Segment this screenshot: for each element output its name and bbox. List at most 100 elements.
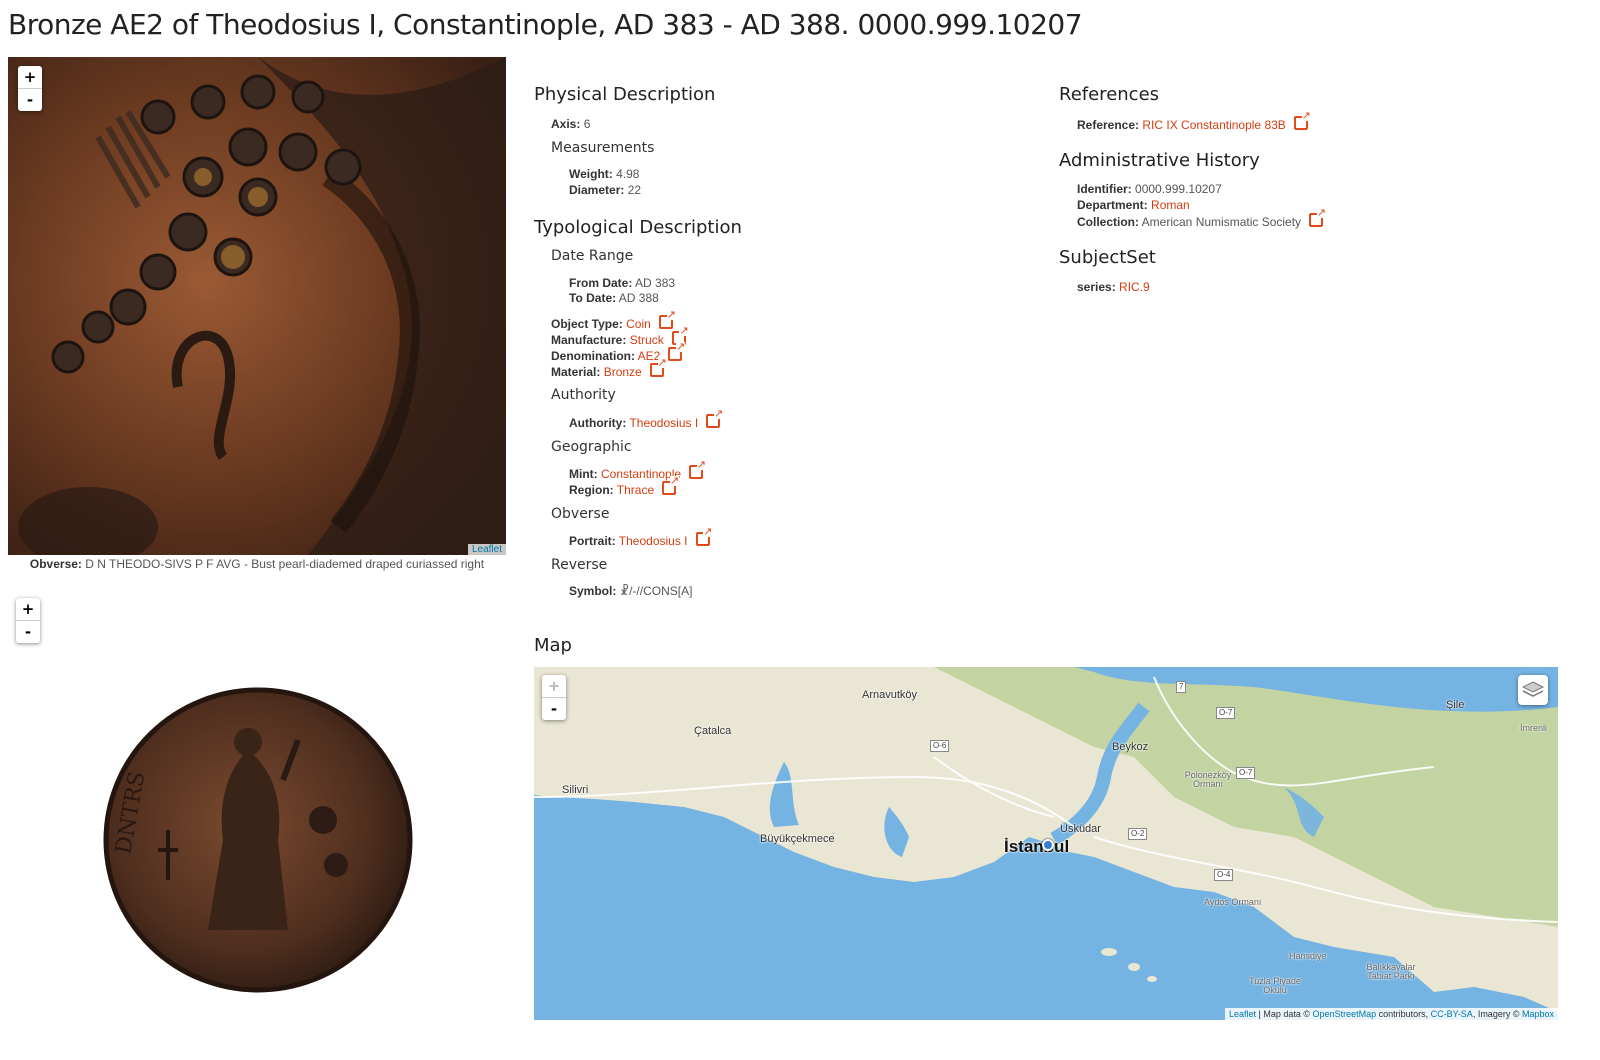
road-label: O-7 [1236, 767, 1256, 779]
administrative-history-heading: Administrative History [1059, 150, 1260, 171]
to-date-row: To Date: AD 388 [569, 290, 659, 306]
external-link-icon[interactable] [706, 409, 724, 428]
zoom-in-button[interactable]: + [16, 598, 40, 620]
ccbysa-link[interactable]: CC-BY-SA [1431, 1009, 1473, 1019]
material-link[interactable]: Bronze [604, 365, 642, 379]
diameter-row: Diameter: 22 [569, 182, 641, 198]
region-link[interactable]: Thrace [617, 483, 654, 497]
identifier-value: 0000.999.10207 [1135, 182, 1222, 196]
weight-label: Weight: [569, 167, 613, 181]
map-label-uskudar: Üsküdar [1060, 823, 1101, 835]
identifier-label: Identifier: [1077, 182, 1132, 196]
axis-row: Axis: 6 [551, 116, 590, 132]
manufacture-link[interactable]: Struck [630, 333, 664, 347]
obverse-caption: Obverse: D N THEODO-SIVS P F AVG - Bust … [8, 557, 506, 571]
reverse-image-viewer[interactable]: + - DNTRS [8, 590, 506, 1020]
date-range-heading: Date Range [551, 248, 634, 264]
physical-description-heading: Physical Description [534, 84, 716, 105]
portrait-link[interactable]: Theodosius I [619, 534, 688, 548]
map-zoom-control[interactable]: + - [542, 675, 566, 720]
portrait-label: Portrait: [569, 534, 616, 548]
leaflet-attribution[interactable]: Leaflet [467, 544, 506, 555]
map-label-beykoz: Beykoz [1112, 741, 1149, 753]
mapbox-link[interactable]: Mapbox [1522, 1009, 1554, 1019]
authority-link[interactable]: Theodosius I [629, 416, 698, 430]
weight-value: 4.98 [616, 167, 640, 181]
page-title: Bronze AE2 of Theodosius I, Constantinop… [8, 8, 1083, 41]
obverse-heading: Obverse [551, 506, 610, 522]
external-link-icon[interactable] [1293, 111, 1311, 130]
external-link-icon[interactable] [1309, 208, 1327, 227]
obverse-zoom-control[interactable]: + - [18, 66, 42, 111]
axis-value: 6 [583, 117, 591, 131]
department-row: Department: Roman [1077, 197, 1190, 213]
osm-link[interactable]: OpenStreetMap [1313, 1009, 1377, 1019]
attr-text: contributors, [1376, 1009, 1431, 1019]
zoom-out-button[interactable]: - [18, 88, 42, 111]
zoom-in-button[interactable]: + [18, 66, 42, 88]
to-date-value: AD 388 [618, 291, 659, 305]
reference-link[interactable]: RIC IX Constantinople 83B [1142, 118, 1285, 132]
reference-row: Reference: RIC IX Constantinople 83B [1077, 111, 1311, 133]
department-link[interactable]: Roman [1151, 198, 1190, 212]
road-label: O-6 [930, 740, 950, 752]
map-label-sile: Şile [1446, 699, 1465, 711]
obverse-image-viewer[interactable]: + - Leaflet [8, 57, 506, 555]
road-label: O-4 [1214, 869, 1234, 881]
collection-row: Collection: American Numismatic Society [1077, 208, 1327, 230]
map-zoom-out-button[interactable]: - [542, 697, 566, 720]
authority-label: Authority: [569, 416, 627, 430]
material-row: Material: Bronze [551, 358, 667, 380]
object-type-link[interactable]: Coin [626, 317, 651, 331]
reverse-coin-image: DNTRS [103, 687, 413, 993]
external-link-icon[interactable] [689, 460, 707, 479]
map-label-istanbul: İstanbul [1004, 837, 1070, 856]
portrait-row: Portrait: Theodosius I [569, 527, 713, 549]
external-link-icon[interactable] [658, 310, 676, 329]
external-link-icon[interactable] [668, 342, 686, 361]
leaflet-link[interactable]: Leaflet [1229, 1009, 1256, 1019]
map-label-balikayalar: Balıkkayalar Tabiat Parkı [1366, 962, 1416, 981]
diameter-label: Diameter: [569, 183, 625, 197]
layers-icon[interactable] [1518, 675, 1548, 705]
diameter-value: 22 [627, 183, 642, 197]
authority-row: Authority: Theodosius I [569, 409, 724, 431]
map-label-aydos: Aydos Ormanı [1204, 897, 1262, 907]
mint-label: Mint: [569, 467, 598, 481]
manufacture-row: Manufacture: Struck [551, 326, 689, 348]
from-date-row: From Date: AD 383 [569, 275, 675, 291]
external-link-icon[interactable] [649, 358, 667, 377]
map-heading: Map [534, 635, 572, 656]
reverse-zoom-control[interactable]: + - [16, 598, 40, 643]
collection-value: American Numismatic Society [1141, 215, 1302, 229]
attr-text: | Map data © [1256, 1009, 1313, 1019]
symbol-row: Symbol: ☧/-//CONS[A] [569, 583, 692, 599]
map-attribution: Leaflet | Map data © OpenStreetMap contr… [1225, 1008, 1558, 1020]
obverse-caption-text: D N THEODO-SIVS P F AVG - Bust pearl-dia… [85, 557, 485, 571]
axis-label: Axis: [551, 117, 581, 131]
manufacture-label: Manufacture: [551, 333, 627, 347]
subjectset-heading: SubjectSet [1059, 247, 1156, 268]
location-marker[interactable] [1042, 839, 1054, 851]
typological-description-heading: Typological Description [534, 217, 742, 238]
map-zoom-in-button[interactable]: + [542, 675, 566, 697]
zoom-out-button[interactable]: - [16, 620, 40, 643]
map-view[interactable]: + - Arnavutköy Çatalca Beykoz Şile İmren… [534, 667, 1558, 1020]
series-link[interactable]: RIC.9 [1119, 280, 1150, 294]
mint-row: Mint: Constantinople [569, 460, 707, 482]
external-link-icon[interactable] [695, 527, 713, 546]
region-label: Region: [569, 483, 614, 497]
obverse-caption-label: Obverse: [29, 557, 82, 571]
attr-text: , Imagery © [1472, 1009, 1522, 1019]
map-label-silivri: Silivri [562, 784, 589, 796]
from-date-value: AD 383 [635, 276, 676, 290]
external-link-icon[interactable] [662, 476, 680, 495]
map-label-catalca: Çatalca [694, 725, 732, 737]
reverse-heading: Reverse [551, 557, 608, 573]
geographic-heading: Geographic [551, 439, 632, 455]
region-row: Region: Thrace [569, 476, 680, 498]
department-label: Department: [1077, 198, 1148, 212]
series-row: series: RIC.9 [1077, 279, 1150, 295]
map-label-buyukcekmece: Büyükçekmece [760, 833, 835, 845]
to-date-label: To Date: [569, 291, 617, 305]
